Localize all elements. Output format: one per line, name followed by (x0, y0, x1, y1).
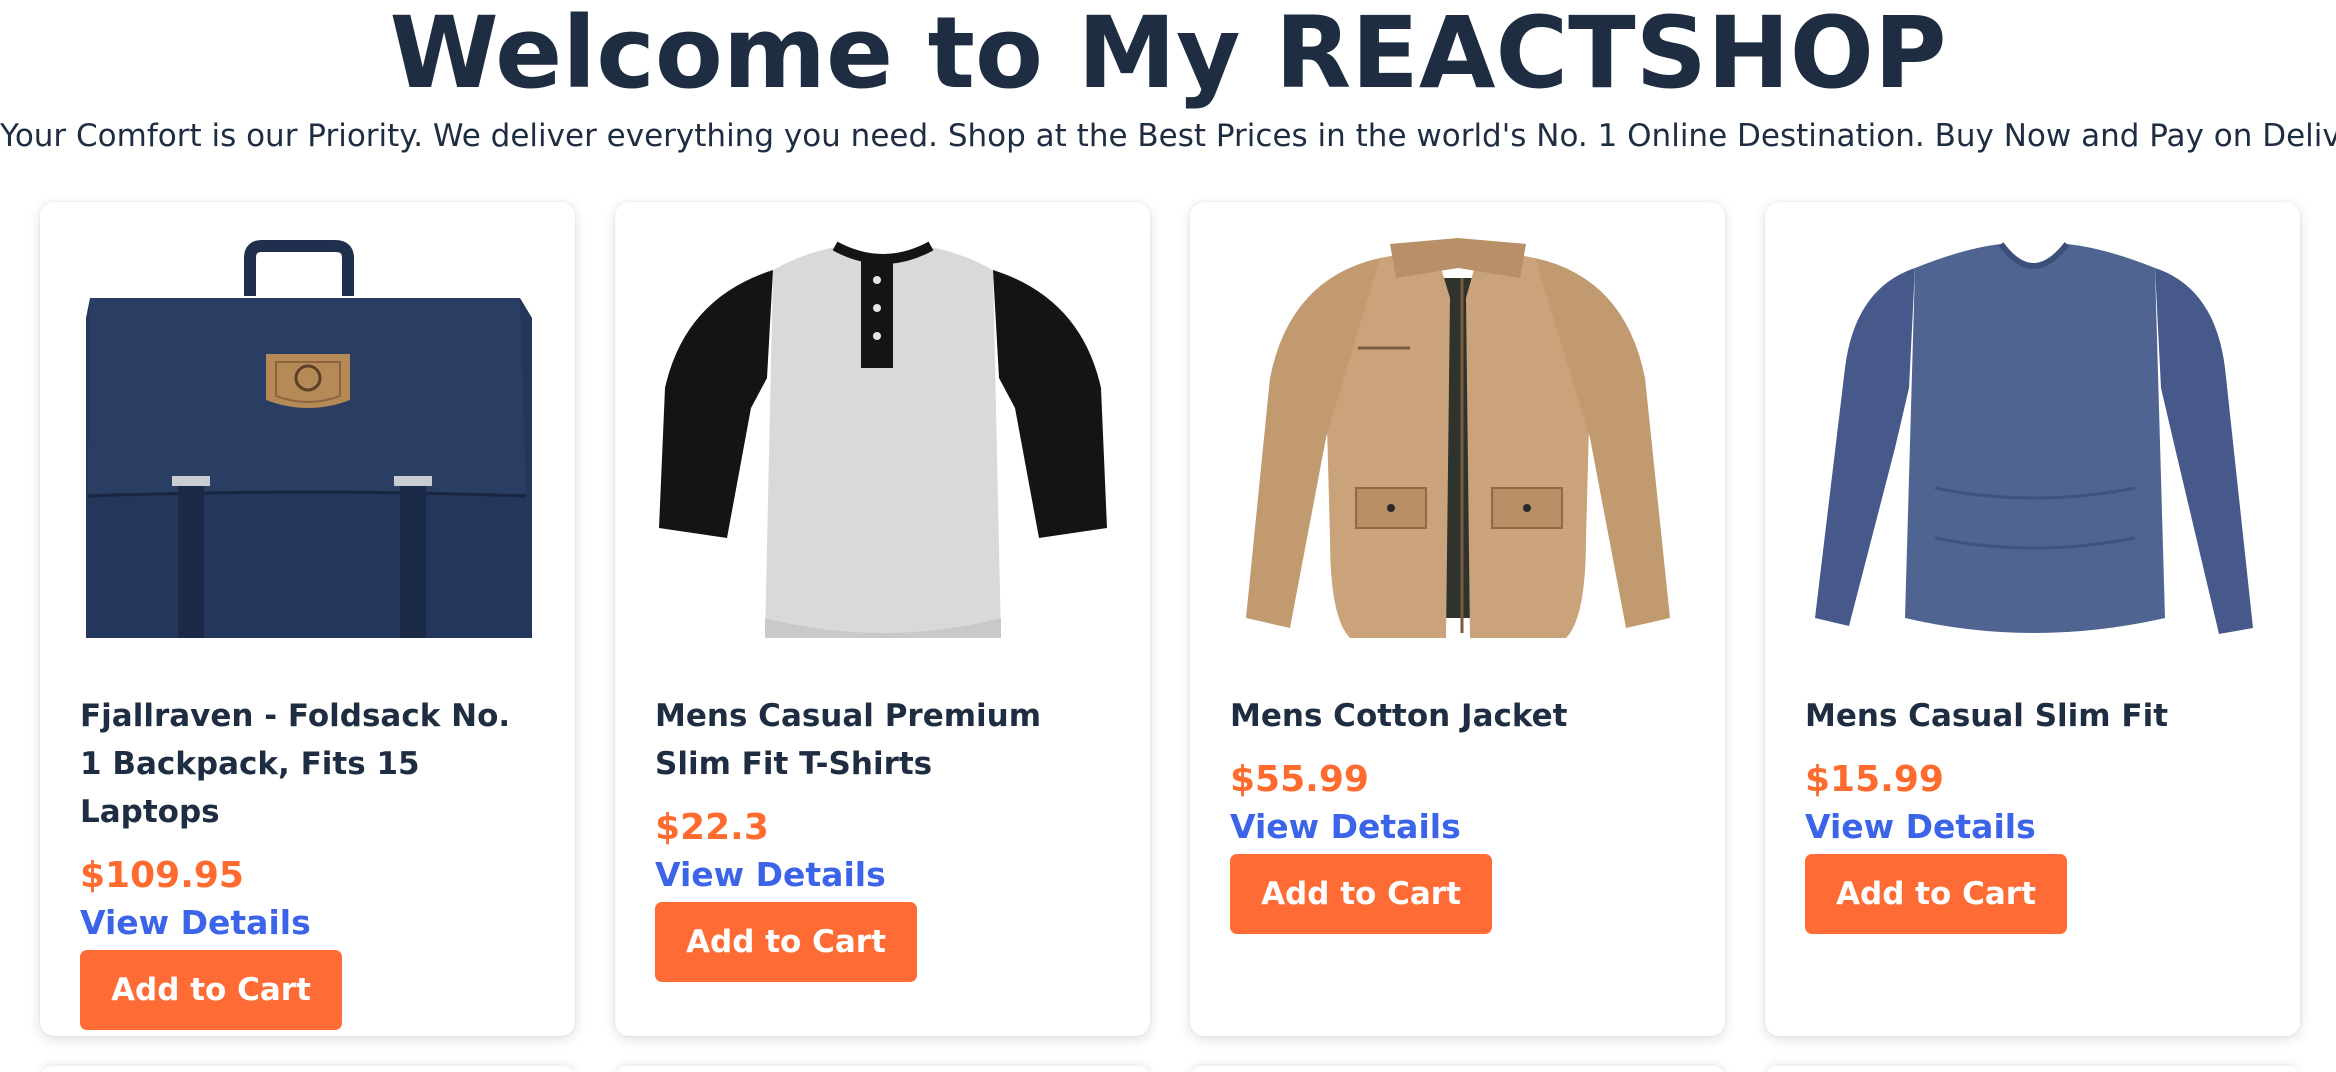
product-image[interactable] (655, 238, 1110, 648)
view-details-link[interactable]: View Details (1805, 804, 2036, 850)
add-to-cart-button[interactable]: Add to Cart (655, 902, 917, 982)
product-info: Fjallraven - Foldsack No. 1 Backpack, Fi… (80, 692, 535, 1030)
next-row-card-edge (40, 1066, 575, 1072)
product-image[interactable] (1230, 238, 1685, 648)
next-row-card-edge (1190, 1066, 1725, 1072)
tshirt-image (659, 241, 1107, 638)
product-title: Mens Casual Slim Fit (1805, 698, 2169, 734)
product-info: Mens Cotton Jacket $55.99 View Details A… (1230, 692, 1685, 934)
product-price: $15.99 (1805, 759, 1944, 800)
product-card: Mens Cotton Jacket $55.99 View Details A… (1190, 202, 1725, 1036)
page-title: Welcome to My REACTSHOP (389, 0, 1947, 111)
product-info: Mens Casual Slim Fit $15.99 View Details… (1805, 692, 2260, 934)
product-title: Mens Casual Premium Slim Fit T-Shirts (655, 698, 1042, 782)
backpack-image (86, 240, 532, 638)
longsleeve-image (1815, 242, 2253, 634)
product-title: Mens Cotton Jacket (1230, 698, 1568, 734)
add-to-cart-button[interactable]: Add to Cart (1805, 854, 2067, 934)
product-info: Mens Casual Premium Slim Fit T-Shirts $2… (655, 692, 1110, 982)
product-card: Mens Casual Slim Fit $15.99 View Details… (1765, 202, 2300, 1036)
product-price: $55.99 (1230, 759, 1369, 800)
product-title: Fjallraven - Foldsack No. 1 Backpack, Fi… (80, 698, 511, 830)
product-card: Mens Casual Premium Slim Fit T-Shirts $2… (615, 202, 1150, 1036)
product-price: $109.95 (80, 855, 244, 896)
next-row-card-edge (1765, 1066, 2300, 1072)
jacket-image (1246, 238, 1670, 638)
page-subtitle: Your Comfort is our Priority. We deliver… (0, 118, 2336, 154)
add-to-cart-button[interactable]: Add to Cart (1230, 854, 1492, 934)
product-price: $22.3 (655, 807, 769, 848)
view-details-link[interactable]: View Details (1230, 804, 1461, 850)
view-details-link[interactable]: View Details (655, 852, 886, 898)
next-row-card-edge (615, 1066, 1150, 1072)
add-to-cart-button[interactable]: Add to Cart (80, 950, 342, 1030)
product-image[interactable] (1805, 238, 2260, 648)
product-grid: Fjallraven - Foldsack No. 1 Backpack, Fi… (40, 202, 2300, 1036)
product-card: Fjallraven - Foldsack No. 1 Backpack, Fi… (40, 202, 575, 1036)
shop-page: Welcome to My REACTSHOP Your Comfort is … (0, 0, 2336, 1072)
view-details-link[interactable]: View Details (80, 900, 311, 946)
product-image[interactable] (80, 238, 535, 648)
